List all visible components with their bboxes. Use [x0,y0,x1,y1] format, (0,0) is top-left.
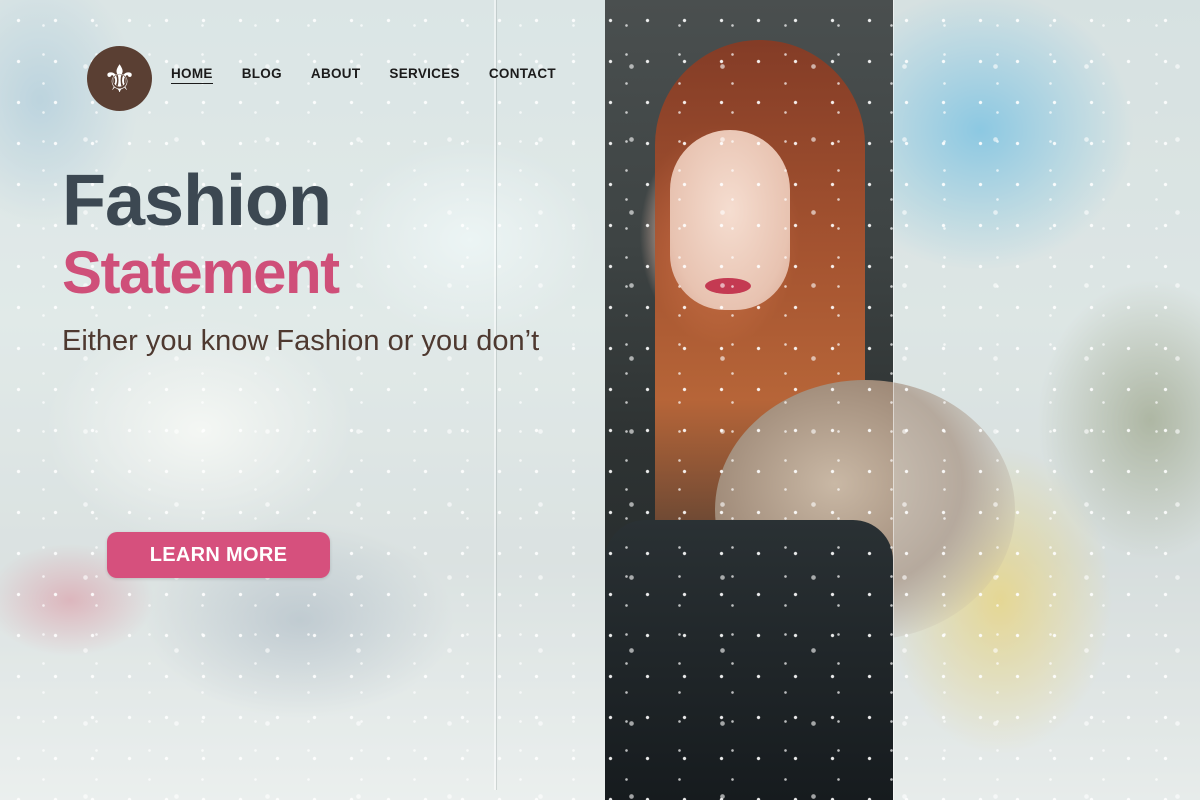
left-translucent-panel [0,0,605,800]
nav-item-blog[interactable]: BLOG [242,66,282,84]
brand-logo[interactable]: ⚜ [87,46,152,111]
model-photo [605,0,1015,800]
hero-background: ⚜ HOME BLOG ABOUT SERVICES CONTACT Fashi… [0,0,1200,800]
fleur-de-lis-icon: ⚜ [102,56,137,101]
learn-more-button[interactable]: LEARN MORE [107,532,330,578]
main-nav: HOME BLOG ABOUT SERVICES CONTACT [171,66,585,84]
nav-item-home[interactable]: HOME [171,66,213,84]
right-translucent-panel [893,0,1200,800]
nav-item-about[interactable]: ABOUT [311,66,361,84]
panel-divider [494,0,496,790]
hero-subtitle: Statement [62,239,340,306]
nav-item-services[interactable]: SERVICES [389,66,459,84]
black-jacket [605,520,893,800]
hero-title: Fashion [62,161,332,241]
nav-item-contact[interactable]: CONTACT [489,66,556,84]
model-lips [705,278,751,294]
hero-tagline: Either you know Fashion or you don’t [62,325,540,357]
